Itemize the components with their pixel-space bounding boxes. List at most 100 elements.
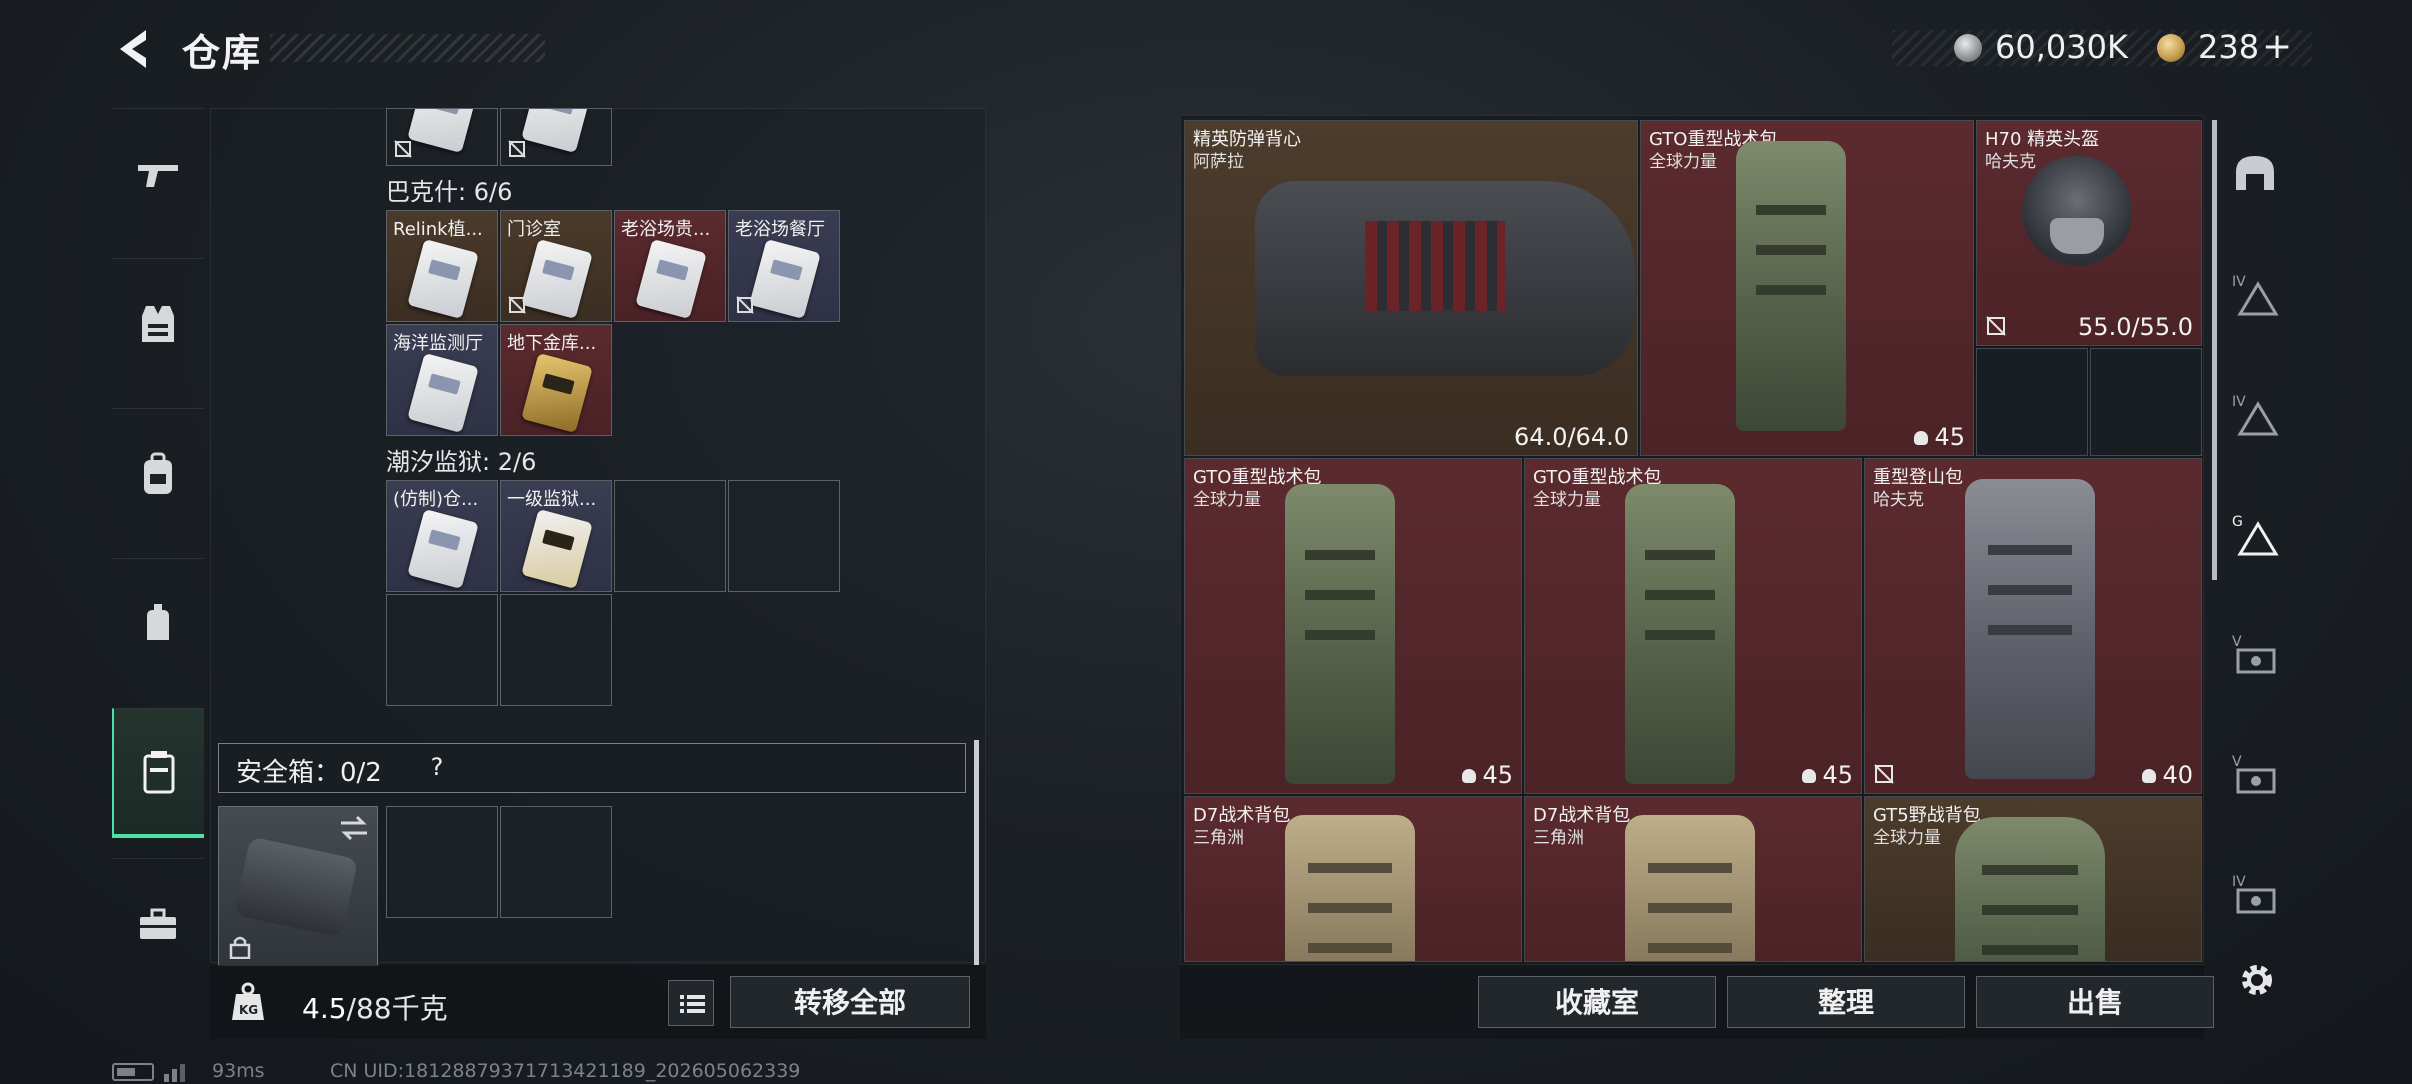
safe-container-slot[interactable]	[218, 806, 378, 966]
capacity-value: 45	[1822, 761, 1853, 789]
toolbox-icon	[140, 908, 176, 939]
item-cell-partial[interactable]	[500, 108, 612, 166]
empty-slot[interactable]	[2090, 348, 2202, 456]
item-armor-vest[interactable]: 精英防弹背心 阿萨拉 64.0/64.0	[1184, 120, 1638, 456]
item-cell-partial[interactable]	[386, 108, 498, 166]
filter-tier-g[interactable]: G	[2230, 510, 2280, 560]
nav-safe-container[interactable]	[112, 708, 204, 838]
backpack-image	[1965, 479, 2095, 779]
gold-keycard-icon	[521, 508, 593, 590]
filter-tier-iv[interactable]: IV	[2230, 390, 2280, 440]
list-view-button[interactable]	[668, 980, 714, 1026]
keycard-label: 老浴场贵...	[621, 219, 711, 240]
silver-coin-icon	[1954, 34, 1982, 62]
organize-button[interactable]: 整理	[1727, 976, 1965, 1028]
tier-v-icon: V	[2232, 754, 2276, 794]
silver-currency-value: 60,030K	[1995, 28, 2128, 66]
bound-icon	[508, 140, 526, 158]
item-backpack[interactable]: GTO重型战术包 全球力量 45	[1640, 120, 1974, 456]
item-backpack[interactable]: GTO重型战术包 全球力量 45	[1184, 458, 1522, 794]
keycard-icon	[521, 109, 593, 154]
empty-slot[interactable]	[728, 480, 840, 592]
tier-iv-icon: IV	[2232, 274, 2279, 316]
backpack-icon	[144, 452, 172, 494]
item-durability: 64.0/64.0	[1514, 423, 1629, 451]
empty-slot[interactable]	[500, 594, 612, 706]
empty-slot[interactable]	[1976, 348, 2088, 456]
item-brand: 全球力量	[1649, 152, 1717, 172]
capacity-icon	[1802, 769, 1817, 783]
item-capacity: 45	[1462, 761, 1513, 789]
nav-weapons[interactable]	[112, 108, 204, 238]
back-arrow-icon	[120, 30, 146, 68]
keycard-cell[interactable]: Relink植...	[386, 210, 498, 322]
helmet-image	[2022, 156, 2132, 266]
bound-icon	[508, 296, 526, 314]
item-backpack[interactable]: D7战术背包 三角洲	[1524, 796, 1862, 962]
signal-icon	[164, 1064, 185, 1082]
item-brand: 全球力量	[1873, 828, 1941, 848]
keycard-icon	[407, 352, 479, 434]
svg-text:V: V	[2232, 754, 2242, 770]
nav-backpack[interactable]	[112, 408, 204, 538]
item-backpack[interactable]: GTO重型战术包 全球力量 45	[1524, 458, 1862, 794]
keycard-cell[interactable]: 海洋监测厅	[386, 324, 498, 436]
filter-tier-iv[interactable]: IV	[2230, 870, 2280, 920]
tier-g-icon: G	[2232, 514, 2279, 556]
weight-current: 4.5	[302, 992, 347, 1025]
filter-tier-v[interactable]: V	[2230, 750, 2280, 800]
nav-vest[interactable]	[112, 258, 204, 388]
keycard-cell[interactable]: 地下金库...	[500, 324, 612, 436]
list-icon	[680, 995, 705, 1013]
tier-iv-icon: IV	[2232, 394, 2279, 436]
backpack-image	[1955, 817, 2105, 961]
pouch-icon	[147, 603, 169, 640]
filter-tier-iv[interactable]: IV	[2230, 270, 2280, 320]
empty-safe-slot[interactable]	[386, 806, 498, 918]
left-nav	[112, 108, 204, 1008]
item-helmet[interactable]: H70 精英头盔 哈夫克 55.0/55.0	[1976, 120, 2202, 346]
item-capacity: 40	[2142, 761, 2193, 789]
help-button[interactable]: ?	[420, 750, 454, 784]
nav-toolbox[interactable]	[112, 858, 204, 988]
lock-icon	[229, 936, 251, 959]
stash-scrollbar[interactable]	[974, 740, 979, 965]
item-backpack[interactable]: GT5野战背包 全球力量	[1864, 796, 2202, 962]
filter-helmet-rack[interactable]	[2230, 150, 2280, 200]
transfer-all-button[interactable]: 转移全部	[730, 976, 970, 1028]
empty-slot[interactable]	[386, 594, 498, 706]
back-button[interactable]	[112, 24, 162, 74]
bound-icon	[1986, 316, 2006, 336]
bound-icon	[736, 296, 754, 314]
tier-iv-icon: IV	[2232, 874, 2276, 914]
sell-button[interactable]: 出售	[1976, 976, 2214, 1028]
keycard-cell[interactable]: 一级监狱...	[500, 480, 612, 592]
keycard-cell[interactable]: 老浴场餐厅	[728, 210, 840, 322]
safe-case-icon	[233, 836, 359, 938]
capacity-icon	[1462, 769, 1477, 783]
keycard-icon	[635, 238, 707, 320]
keycard-label: 一级监狱...	[507, 489, 597, 510]
keycard-label: 老浴场餐厅	[735, 219, 825, 240]
backpack-image	[1736, 141, 1846, 431]
svg-text:G: G	[2232, 514, 2243, 530]
keycard-cell[interactable]: (仿制)仓...	[386, 480, 498, 592]
item-backpack[interactable]: 重型登山包 哈夫克 40	[1864, 458, 2202, 794]
safe-box-title: 安全箱：0/2	[236, 758, 382, 788]
keycard-label: (仿制)仓...	[393, 489, 479, 510]
collection-room-button[interactable]: 收藏室	[1478, 976, 1716, 1028]
keycard-label: 门诊室	[507, 219, 561, 240]
empty-slot[interactable]	[614, 480, 726, 592]
nav-pouch[interactable]	[112, 558, 204, 688]
keycard-icon	[407, 109, 479, 154]
item-brand: 三角洲	[1193, 828, 1244, 848]
capacity-value: 40	[2162, 761, 2193, 789]
settings-button[interactable]	[2232, 955, 2282, 1005]
weight-value: 4.5/88千克	[302, 987, 448, 1027]
keycard-cell[interactable]: 门诊室	[500, 210, 612, 322]
keycard-cell[interactable]: 老浴场贵...	[614, 210, 726, 322]
empty-safe-slot[interactable]	[500, 806, 612, 918]
add-currency-button[interactable]: +	[2262, 26, 2292, 67]
item-backpack[interactable]: D7战术背包 三角洲	[1184, 796, 1522, 962]
filter-tier-v[interactable]: V	[2230, 630, 2280, 680]
